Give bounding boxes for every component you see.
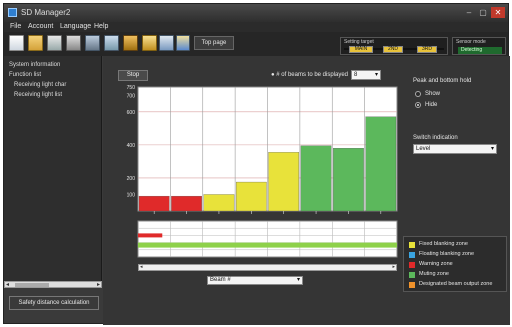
legend-swatch: [409, 272, 415, 278]
scroll-thumb[interactable]: [15, 283, 49, 287]
switch-indication-select[interactable]: Level ▾: [413, 144, 497, 154]
legend-label: Floating blanking zone: [419, 251, 475, 257]
legend-label: Warning zone: [419, 261, 453, 267]
bar: [138, 195, 170, 212]
show-radio[interactable]: [415, 91, 421, 97]
bar: [235, 181, 267, 212]
legend-swatch: [409, 282, 415, 288]
peak-hold-title: Peak and bottom hold: [413, 78, 472, 84]
close-button[interactable]: ✕: [491, 7, 505, 18]
sidebar-item-function-list[interactable]: Function list: [9, 72, 41, 78]
lock-icon[interactable]: [123, 35, 138, 51]
sensor-mode-title: Sensor mode: [456, 39, 486, 45]
menu-bar: File Account Language Help: [4, 22, 508, 32]
y-tick-label: 200: [127, 176, 136, 182]
bar: [203, 194, 235, 212]
menu-file[interactable]: File: [10, 23, 21, 30]
maximize-button[interactable]: ▢: [476, 7, 490, 18]
top-page-button[interactable]: Top page: [194, 36, 234, 50]
bar: [300, 145, 332, 212]
chevron-down-icon: ▾: [296, 277, 300, 283]
scroll-right-icon[interactable]: ▸: [392, 264, 395, 270]
y-tick-label: 400: [127, 143, 136, 149]
sensor-mode-panel: Sensor mode Detecting: [452, 37, 506, 55]
y-tick-label: 700: [127, 93, 136, 99]
zone-legend: Fixed blanking zone Floating blanking zon…: [403, 236, 507, 292]
app-icon: [8, 8, 17, 17]
setting-target-title: Setting target: [344, 39, 374, 45]
beam-select-value: Beam #: [210, 277, 231, 283]
show-label: Show: [425, 91, 441, 97]
switch-indication-title: Switch indication: [413, 135, 458, 141]
menu-account[interactable]: Account: [28, 23, 53, 30]
switch-select-value: Level: [416, 146, 431, 152]
chart-scrollbar[interactable]: ◂ ▸: [138, 264, 397, 271]
y-tick-label: 600: [127, 110, 136, 116]
warning-strip: [138, 233, 163, 238]
muting-strip: [138, 242, 397, 248]
upload-icon[interactable]: [159, 35, 174, 51]
toolbar: Top page Setting target MAIN 2ND 3RD Sen…: [4, 32, 508, 56]
bar: [171, 195, 202, 212]
compare-icon[interactable]: [104, 35, 119, 51]
setting-target-main[interactable]: MAIN: [349, 46, 373, 53]
open-icon[interactable]: [28, 35, 43, 51]
legend-swatch: [409, 262, 415, 268]
setting-target-2nd[interactable]: 2ND: [383, 46, 403, 53]
beam-chart: 100 200 400 600 700 750: [127, 85, 398, 258]
sidebar-item-receiving-light-char[interactable]: Receiving light char: [14, 82, 66, 88]
window-title: SD Manager2: [21, 8, 71, 17]
print-icon[interactable]: [66, 35, 81, 51]
hide-label: Hide: [425, 102, 438, 108]
sensor-mode-value: Detecting: [458, 47, 502, 54]
beam-number-select[interactable]: Beam # ▾: [207, 276, 303, 285]
y-tick-label: 750: [127, 85, 136, 91]
y-tick-label: 100: [127, 192, 136, 198]
save-icon[interactable]: [47, 35, 62, 51]
scroll-right-icon[interactable]: ▸: [97, 281, 100, 288]
app-window: SD Manager2 ‒ ▢ ✕ File Account Language …: [3, 3, 510, 325]
scroll-left-icon[interactable]: ◂: [140, 264, 143, 270]
bar: [333, 148, 364, 212]
legend-swatch: [409, 242, 415, 248]
hide-radio[interactable]: [415, 102, 421, 108]
safety-distance-button[interactable]: Safety distance calculation: [9, 296, 99, 310]
minimize-button[interactable]: ‒: [462, 7, 476, 18]
setting-target-3rd[interactable]: 3RD: [417, 46, 437, 53]
sidebar-scrollbar[interactable]: ◂ ▸: [4, 281, 102, 288]
sidebar-item-system-information[interactable]: System information: [9, 62, 60, 68]
bar: [268, 152, 300, 212]
title-bar: SD Manager2 ‒ ▢ ✕: [4, 4, 508, 22]
menu-help[interactable]: Help: [94, 23, 108, 30]
legend-label: Designated beam output zone: [419, 281, 493, 287]
setting-target-panel: Setting target MAIN 2ND 3RD: [340, 37, 448, 55]
new-icon[interactable]: [9, 35, 24, 51]
chevron-down-icon: ▾: [490, 146, 494, 152]
sidebar-item-receiving-light-list[interactable]: Receiving light list: [14, 92, 62, 98]
download-icon[interactable]: [142, 35, 157, 51]
monitor-icon[interactable]: [85, 35, 100, 51]
legend-swatch: [409, 252, 415, 258]
menu-language[interactable]: Language: [60, 23, 91, 30]
legend-label: Muting zone: [419, 271, 449, 277]
chart-icon[interactable]: [176, 35, 190, 51]
bar: [365, 116, 397, 212]
legend-label: Fixed blanking zone: [419, 241, 468, 247]
main-panel: Stop ● # of beams to be displayed 8 ▾ 10…: [103, 56, 510, 325]
sidebar: System information Function list Receivi…: [4, 56, 102, 286]
scroll-left-icon[interactable]: ◂: [6, 281, 9, 288]
